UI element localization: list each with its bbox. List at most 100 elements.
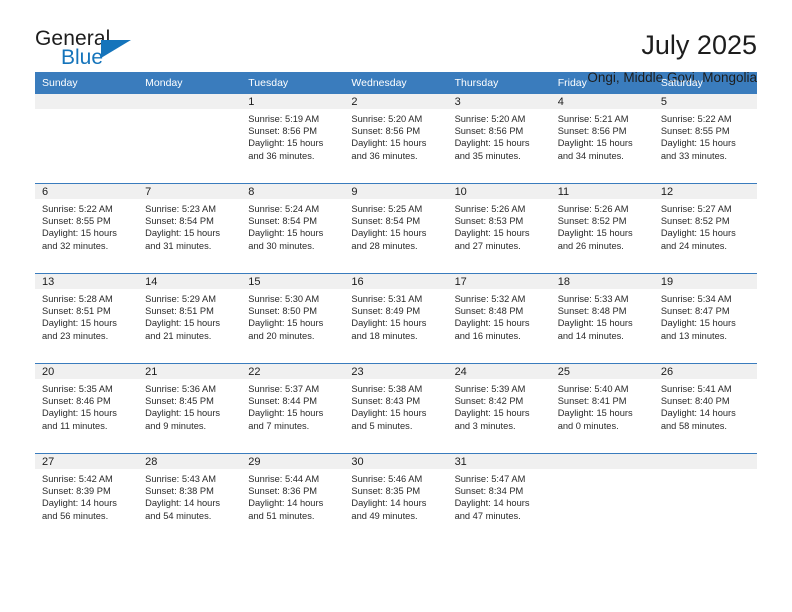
general-blue-logo[interactable]: General Blue (35, 28, 155, 74)
calendar-day-cell[interactable]: 26 Sunrise: 5:41 AM Sunset: 8:40 PM Dayligh… (653, 363, 757, 454)
calendar-day-cell[interactable]: 20 Sunrise: 5:35 AM Sunset: 8:46 PM Dayligh… (35, 363, 139, 454)
day-details: Sunrise: 5:41 AM Sunset: 8:40 PM Daylight:… (654, 379, 757, 432)
day-number: 27 (35, 454, 139, 469)
calendar-day-cell-empty (35, 94, 139, 184)
daylight-text-line1: Daylight: 15 hours (454, 138, 530, 149)
sunrise-text: Sunrise: 5:28 AM (42, 294, 113, 304)
calendar-day-cell[interactable]: 13 Sunrise: 5:28 AM Sunset: 8:51 PM Dayligh… (35, 273, 139, 364)
calendar-day-cell[interactable]: 16 Sunrise: 5:31 AM Sunset: 8:49 PM Dayligh… (344, 273, 448, 364)
daylight-text-line1: Daylight: 15 hours (557, 228, 633, 239)
calendar-day-cell[interactable]: 3 Sunrise: 5:20 AM Sunset: 8:56 PM Daylight… (447, 94, 551, 184)
calendar-day-cell[interactable]: 29 Sunrise: 5:44 AM Sunset: 8:36 PM Dayligh… (241, 453, 345, 543)
day-number: 8 (241, 184, 345, 199)
calendar-day-cell[interactable]: 11 Sunrise: 5:26 AM Sunset: 8:52 PM Dayligh… (550, 183, 654, 274)
calendar-day-cell[interactable]: 27 Sunrise: 5:42 AM Sunset: 8:39 PM Dayligh… (35, 453, 139, 543)
sunset-text: Sunset: 8:56 PM (351, 126, 421, 137)
sunrise-text: Sunrise: 5:38 AM (351, 384, 423, 394)
day-details: Sunrise: 5:40 AM Sunset: 8:41 PM Daylight:… (551, 379, 654, 432)
daylight-text-line1: Daylight: 15 hours (42, 318, 117, 329)
calendar-day-cell[interactable]: 21 Sunrise: 5:36 AM Sunset: 8:45 PM Dayligh… (138, 363, 242, 454)
calendar-day-cell[interactable]: 7 Sunrise: 5:23 AM Sunset: 8:54 PM Daylight… (138, 183, 242, 274)
daylight-text-line1: Daylight: 15 hours (660, 228, 736, 239)
calendar-day-cell[interactable]: 10 Sunrise: 5:26 AM Sunset: 8:53 PM Dayligh… (447, 183, 551, 274)
sunset-text: Sunset: 8:35 PM (351, 486, 421, 497)
sunset-text: Sunset: 8:39 PM (42, 486, 111, 497)
daylight-text-line2: and 36 minutes. (248, 150, 315, 161)
daylight-text-line2: and 31 minutes. (145, 240, 212, 251)
sunset-text: Sunset: 8:42 PM (454, 396, 524, 407)
weekday-header-wednesday: Wednesday (344, 72, 448, 94)
day-number: 11 (550, 184, 654, 199)
day-number (35, 94, 139, 109)
sunrise-text: Sunrise: 5:24 AM (248, 204, 320, 214)
day-details: Sunrise: 5:32 AM Sunset: 8:48 PM Daylight:… (448, 289, 551, 342)
day-details: Sunrise: 5:47 AM Sunset: 8:34 PM Daylight:… (448, 469, 551, 522)
page-header: General Blue July 2025 Ongi, Middle Govi… (35, 0, 757, 86)
daylight-text-line1: Daylight: 15 hours (660, 138, 736, 149)
daylight-text-line1: Daylight: 15 hours (557, 408, 633, 419)
calendar-day-cell[interactable]: 30 Sunrise: 5:46 AM Sunset: 8:35 PM Dayligh… (344, 453, 448, 543)
calendar-day-cell[interactable]: 4 Sunrise: 5:21 AM Sunset: 8:56 PM Daylight… (550, 94, 654, 184)
day-number: 16 (344, 274, 448, 289)
calendar-day-cell[interactable]: 23 Sunrise: 5:38 AM Sunset: 8:43 PM Dayligh… (344, 363, 448, 454)
sunrise-text: Sunrise: 5:33 AM (557, 294, 629, 304)
sunrise-text: Sunrise: 5:29 AM (145, 294, 216, 304)
calendar-day-cell[interactable]: 5 Sunrise: 5:22 AM Sunset: 8:55 PM Daylight… (653, 94, 757, 184)
calendar-page: General Blue July 2025 Ongi, Middle Govi… (0, 0, 792, 612)
sunrise-text: Sunrise: 5:47 AM (454, 474, 526, 484)
calendar-day-cell[interactable]: 14 Sunrise: 5:29 AM Sunset: 8:51 PM Dayligh… (138, 273, 242, 364)
sunrise-text: Sunrise: 5:26 AM (557, 204, 629, 214)
calendar-day-cell[interactable]: 31 Sunrise: 5:47 AM Sunset: 8:34 PM Dayligh… (447, 453, 551, 543)
sunrise-text: Sunrise: 5:32 AM (454, 294, 526, 304)
calendar-day-cell[interactable]: 1 Sunrise: 5:19 AM Sunset: 8:56 PM Daylight… (241, 94, 345, 184)
calendar-day-cell[interactable]: 28 Sunrise: 5:43 AM Sunset: 8:38 PM Dayligh… (138, 453, 242, 543)
sunset-text: Sunset: 8:54 PM (145, 216, 214, 227)
sunset-text: Sunset: 8:55 PM (660, 126, 730, 137)
sunset-text: Sunset: 8:46 PM (42, 396, 111, 407)
calendar-day-cell[interactable]: 6 Sunrise: 5:22 AM Sunset: 8:55 PM Daylight… (35, 183, 139, 274)
calendar-day-cell[interactable]: 17 Sunrise: 5:32 AM Sunset: 8:48 PM Dayligh… (447, 273, 551, 364)
calendar-week-row: 13 Sunrise: 5:28 AM Sunset: 8:51 PM Dayligh… (35, 273, 757, 364)
daylight-text-line2: and 20 minutes. (248, 330, 315, 341)
sunset-text: Sunset: 8:44 PM (248, 396, 318, 407)
sunset-text: Sunset: 8:56 PM (454, 126, 524, 137)
calendar-week-row: 6 Sunrise: 5:22 AM Sunset: 8:55 PM Daylight… (35, 183, 757, 274)
daylight-text-line2: and 54 minutes. (145, 510, 212, 521)
day-number: 26 (653, 364, 757, 379)
day-details: Sunrise: 5:43 AM Sunset: 8:38 PM Daylight:… (138, 469, 241, 522)
day-number: 29 (241, 454, 345, 469)
daylight-text-line2: and 51 minutes. (248, 510, 315, 521)
day-details: Sunrise: 5:26 AM Sunset: 8:52 PM Daylight:… (551, 199, 654, 252)
day-number: 28 (138, 454, 242, 469)
day-details: Sunrise: 5:42 AM Sunset: 8:39 PM Daylight:… (35, 469, 138, 522)
daylight-text-line1: Daylight: 15 hours (248, 408, 324, 419)
day-number: 7 (138, 184, 242, 199)
daylight-text-line2: and 11 minutes. (42, 420, 108, 431)
daylight-text-line2: and 0 minutes. (557, 420, 619, 431)
calendar-day-cell[interactable]: 12 Sunrise: 5:27 AM Sunset: 8:52 PM Dayligh… (653, 183, 757, 274)
calendar-day-cell[interactable]: 2 Sunrise: 5:20 AM Sunset: 8:56 PM Daylight… (344, 94, 448, 184)
daylight-text-line2: and 16 minutes. (454, 330, 521, 341)
calendar-day-cell[interactable]: 15 Sunrise: 5:30 AM Sunset: 8:50 PM Dayligh… (241, 273, 345, 364)
calendar-day-cell[interactable]: 24 Sunrise: 5:39 AM Sunset: 8:42 PM Dayligh… (447, 363, 551, 454)
daylight-text-line2: and 36 minutes. (351, 150, 418, 161)
daylight-text-line2: and 49 minutes. (351, 510, 418, 521)
calendar-day-cell[interactable]: 9 Sunrise: 5:25 AM Sunset: 8:54 PM Daylight… (344, 183, 448, 274)
day-number: 17 (447, 274, 551, 289)
daylight-text-line1: Daylight: 15 hours (42, 228, 117, 239)
calendar-day-cell[interactable]: 25 Sunrise: 5:40 AM Sunset: 8:41 PM Dayligh… (550, 363, 654, 454)
calendar-day-cell[interactable]: 19 Sunrise: 5:34 AM Sunset: 8:47 PM Dayligh… (653, 273, 757, 364)
day-number: 25 (550, 364, 654, 379)
sunset-text: Sunset: 8:52 PM (557, 216, 627, 227)
daylight-text-line1: Daylight: 15 hours (145, 318, 221, 329)
day-number: 1 (241, 94, 345, 109)
day-details: Sunrise: 5:19 AM Sunset: 8:56 PM Daylight:… (241, 109, 344, 162)
sunrise-text: Sunrise: 5:46 AM (351, 474, 423, 484)
sunrise-text: Sunrise: 5:34 AM (660, 294, 732, 304)
calendar-day-cell[interactable]: 18 Sunrise: 5:33 AM Sunset: 8:48 PM Dayligh… (550, 273, 654, 364)
calendar-day-cell[interactable]: 8 Sunrise: 5:24 AM Sunset: 8:54 PM Daylight… (241, 183, 345, 274)
daylight-text-line1: Daylight: 14 hours (660, 408, 736, 419)
daylight-text-line2: and 34 minutes. (557, 150, 624, 161)
day-details: Sunrise: 5:31 AM Sunset: 8:49 PM Daylight:… (344, 289, 447, 342)
calendar-day-cell[interactable]: 22 Sunrise: 5:37 AM Sunset: 8:44 PM Dayligh… (241, 363, 345, 454)
